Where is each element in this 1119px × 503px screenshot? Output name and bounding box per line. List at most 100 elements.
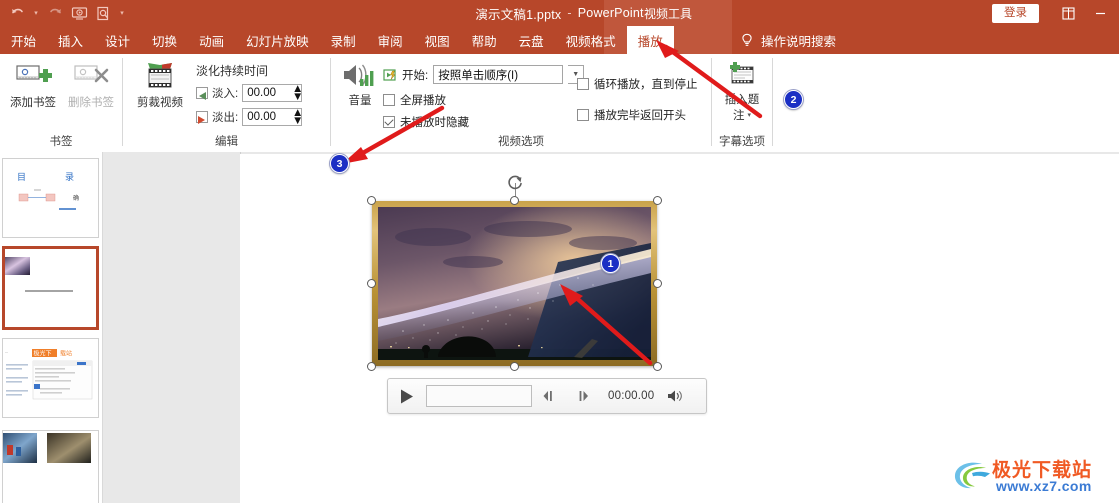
- start-playback-combo[interactable]: 按照单击顺序(I): [433, 65, 563, 84]
- step-backward-icon[interactable]: [532, 390, 566, 402]
- group-divider-4: [772, 58, 773, 146]
- video-placeholder[interactable]: [372, 201, 657, 366]
- site-watermark: 极光下载站 www.xz7.com: [952, 455, 1112, 499]
- media-control-bar[interactable]: 00:00.00: [387, 378, 707, 414]
- media-progress-track[interactable]: [426, 385, 532, 407]
- fade-out-value: 00.00: [243, 111, 276, 123]
- loop-until-stopped-option[interactable]: 循环播放，直到停止: [577, 76, 698, 92]
- tab-help[interactable]: 帮助: [461, 26, 508, 54]
- resize-handle-bottom-left[interactable]: [367, 362, 376, 371]
- add-bookmark-label: 添加书签: [10, 94, 56, 110]
- ribbon-group-bookmark-title: 书签: [0, 133, 122, 149]
- rewind-after-playing-option[interactable]: 播放完毕返回开头: [577, 107, 686, 123]
- tab-home[interactable]: 开始: [0, 26, 47, 54]
- document-name: 演示文稿1.pptx: [475, 4, 561, 23]
- insert-caption-button[interactable]: 插入题 注 ▾: [714, 61, 770, 123]
- slide-thumbnail-4[interactable]: [2, 430, 99, 503]
- loop-until-stopped-checkbox[interactable]: [577, 78, 589, 90]
- ribbon-group-edit: 剪裁视频 淡化持续时间 淡入: 00.00 ▲▼ 淡出: 00.: [123, 54, 330, 152]
- remove-bookmark-label: 删除书签: [68, 94, 114, 110]
- work-area: 目 录 确: [0, 152, 1119, 503]
- sign-in-button[interactable]: 登录: [992, 4, 1039, 23]
- add-bookmark-icon: [13, 61, 53, 91]
- hide-while-not-playing-label: 未播放时隐藏: [400, 114, 469, 130]
- lightbulb-icon: [740, 33, 754, 48]
- slide-canvas[interactable]: 00:00.00: [240, 154, 1119, 503]
- fade-out-icon: [196, 111, 208, 123]
- tab-insert[interactable]: 插入: [47, 26, 94, 54]
- fade-in-spinner[interactable]: 00.00 ▲▼: [242, 84, 302, 102]
- restore-window-icon[interactable]: [1053, 0, 1083, 26]
- trim-video-icon: [140, 61, 180, 91]
- insert-caption-dropdown-caret[interactable]: ▾: [747, 109, 751, 123]
- powerpoint-window: 视频工具 ▾ ▾ 演示文稿1.pptx - PowerPoint 登录: [0, 0, 1119, 503]
- trim-video-button[interactable]: 剪裁视频: [130, 61, 190, 110]
- resize-handle-top-left[interactable]: [367, 196, 376, 205]
- title-bar: 视频工具 ▾ ▾ 演示文稿1.pptx - PowerPoint 登录: [0, 0, 1119, 26]
- slide-thumbnail-2[interactable]: [2, 246, 99, 330]
- play-fullscreen-option[interactable]: 全屏播放: [383, 92, 446, 108]
- fade-out-row: 淡出: 00.00 ▲▼: [196, 108, 302, 126]
- ribbon-group-video-options-title: 视频选项: [331, 133, 711, 149]
- tab-review[interactable]: 审阅: [367, 26, 414, 54]
- fade-duration-title: 淡化持续时间: [196, 62, 268, 79]
- resize-handle-top-center[interactable]: [510, 196, 519, 205]
- resize-handle-bottom-center[interactable]: [510, 362, 519, 371]
- fade-out-spinner[interactable]: 00.00 ▲▼: [242, 108, 302, 126]
- ribbon-group-bookmark: 添加书签 删除书签 书签: [0, 54, 122, 152]
- tab-animations[interactable]: 动画: [188, 26, 235, 54]
- tab-transitions[interactable]: 切换: [141, 26, 188, 54]
- insert-caption-icon: [724, 61, 760, 91]
- loop-until-stopped-label: 循环播放，直到停止: [594, 76, 698, 92]
- remove-bookmark-button: 删除书签: [60, 61, 122, 110]
- tab-record[interactable]: 录制: [320, 26, 367, 54]
- ribbon-group-caption-options-title: 字幕选项: [712, 133, 772, 149]
- tab-design[interactable]: 设计: [94, 26, 141, 54]
- tab-list: 开始 插入 设计 切换 动画 幻灯片放映 录制 审阅 视图 帮助 云盘 视频格式…: [0, 26, 674, 54]
- resize-handle-middle-right[interactable]: [653, 279, 662, 288]
- watermark-logo-icon: [952, 459, 994, 493]
- tab-cloud-disk[interactable]: 云盘: [508, 26, 555, 54]
- rewind-after-playing-checkbox[interactable]: [577, 109, 589, 121]
- hide-while-not-playing-option[interactable]: 未播放时隐藏: [383, 114, 469, 130]
- svg-text:极光下: 极光下: [34, 350, 52, 358]
- tab-playback[interactable]: 播放: [627, 26, 674, 54]
- play-fullscreen-checkbox[interactable]: [383, 94, 395, 106]
- fade-out-label: 淡出:: [212, 109, 238, 125]
- ribbon-tab-strip: 开始 插入 设计 切换 动画 幻灯片放映 录制 审阅 视图 帮助 云盘 视频格式…: [0, 26, 1119, 54]
- add-bookmark-button[interactable]: 添加书签: [2, 61, 64, 110]
- slide-thumbnail-1[interactable]: 目 录 确: [2, 158, 99, 238]
- rewind-after-playing-label: 播放完毕返回开头: [594, 107, 686, 123]
- watermark-url: www.xz7.com: [996, 478, 1092, 494]
- slide-thumbnail-3[interactable]: ··· 极光下 载站: [2, 338, 99, 418]
- fade-in-value: 00.00: [243, 87, 276, 99]
- slide-thumbnail-pane[interactable]: 目 录 确: [0, 152, 103, 503]
- tab-slideshow[interactable]: 幻灯片放映: [235, 26, 320, 54]
- annotation-badge-3: 3: [330, 154, 349, 173]
- annotation-badge-1: 1: [601, 254, 620, 273]
- fade-out-spinner-arrows[interactable]: ▲▼: [286, 109, 301, 125]
- play-fullscreen-label: 全屏播放: [400, 92, 446, 108]
- hide-while-not-playing-checkbox[interactable]: [383, 116, 395, 128]
- fade-in-spinner-arrows[interactable]: ▲▼: [286, 85, 301, 101]
- svg-text:目: 目: [17, 172, 26, 183]
- speaker-icon[interactable]: [658, 389, 692, 403]
- tell-me-search[interactable]: 操作说明搜索: [740, 26, 836, 54]
- title-separator: -: [567, 6, 571, 20]
- step-forward-icon[interactable]: [566, 390, 600, 402]
- ribbon-group-video-options: 音量 开始: 按照单击顺序(I) ▼ 全屏播放 未播放时隐藏: [331, 54, 711, 152]
- resize-handle-middle-left[interactable]: [367, 279, 376, 288]
- tab-video-format[interactable]: 视频格式: [555, 26, 627, 54]
- svg-text:···: ···: [5, 351, 8, 355]
- fade-in-label: 淡入:: [212, 85, 238, 101]
- volume-button[interactable]: 音量: [336, 60, 384, 108]
- minimize-window-icon[interactable]: [1085, 0, 1115, 26]
- volume-label: 音量: [349, 92, 372, 108]
- window-controls: 登录: [992, 0, 1115, 26]
- svg-text:确: 确: [73, 194, 79, 202]
- rotate-handle-icon[interactable]: [506, 173, 524, 191]
- resize-handle-top-right[interactable]: [653, 196, 662, 205]
- tab-view[interactable]: 视图: [414, 26, 461, 54]
- resize-handle-bottom-right[interactable]: [653, 362, 662, 371]
- play-icon[interactable]: [388, 388, 426, 405]
